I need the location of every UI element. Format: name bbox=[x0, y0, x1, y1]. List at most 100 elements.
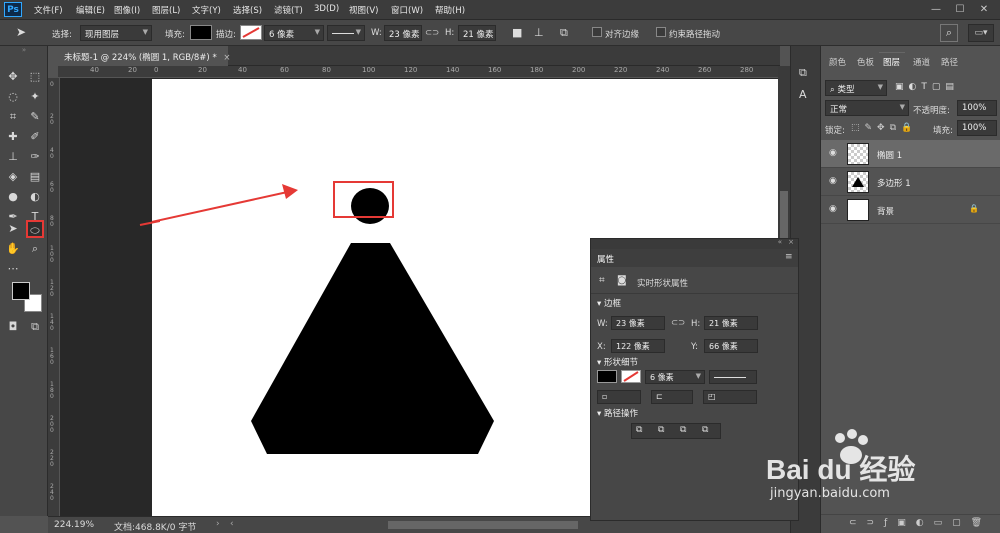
exclude-shape-icon[interactable]: ⧉ bbox=[702, 425, 708, 435]
clone-stamp-icon[interactable]: ⊥ bbox=[4, 148, 22, 166]
eye-icon[interactable]: ◉ bbox=[829, 176, 837, 186]
height-field[interactable]: 21 像素 bbox=[458, 25, 496, 41]
layer-row[interactable]: ◉ 椭圆 1 bbox=[821, 140, 1000, 168]
crop-tool-icon[interactable]: ⌗ bbox=[4, 108, 22, 126]
lasso-tool-icon[interactable]: ◌ bbox=[4, 88, 22, 106]
horizontal-scroll-thumb[interactable] bbox=[388, 521, 578, 529]
scroll-left-icon[interactable]: ‹ bbox=[230, 519, 234, 529]
search-icon[interactable]: ⌕ bbox=[940, 24, 958, 42]
path-operations-icon[interactable]: ■ bbox=[512, 26, 522, 39]
path-ops-section-header[interactable]: ▾ 路径操作 bbox=[597, 407, 638, 419]
collapse-icon[interactable]: « bbox=[778, 238, 782, 246]
link-icon[interactable]: ⊂⊃ bbox=[671, 318, 685, 328]
tab-swatches[interactable]: 色板 bbox=[857, 56, 874, 68]
layer-row[interactable]: ◉ 背景 🔒 bbox=[821, 196, 1000, 224]
history-brush-icon[interactable]: ✑ bbox=[26, 148, 44, 166]
screen-mode-icon[interactable]: ⧉ bbox=[26, 318, 44, 336]
lock-icons[interactable]: ⬚✎✥⧉🔒 bbox=[851, 123, 917, 133]
tab-properties[interactable]: 属性 bbox=[597, 253, 614, 265]
status-arrow-icon[interactable]: › bbox=[216, 519, 220, 529]
constrain-path-checkbox[interactable] bbox=[656, 27, 666, 37]
panel-header[interactable]: «× bbox=[591, 238, 798, 249]
close-icon[interactable]: × bbox=[788, 238, 794, 246]
eraser-icon[interactable]: ◈ bbox=[4, 168, 22, 186]
stroke-swatch[interactable] bbox=[240, 25, 262, 40]
border-section-header[interactable]: ▾ 边框 bbox=[597, 297, 621, 309]
link-icon[interactable]: ⊂⊃ bbox=[425, 28, 439, 38]
intersect-shape-icon[interactable]: ⧉ bbox=[680, 425, 686, 435]
stroke-caps-dropdown[interactable]: ⊏ bbox=[651, 390, 693, 404]
path-alignment-icon[interactable]: ⊥ bbox=[534, 26, 544, 39]
history-panel-icon[interactable]: ⧉ bbox=[799, 66, 807, 80]
minimize-button[interactable]: — bbox=[928, 3, 944, 17]
hand-tool-icon[interactable]: ✋ bbox=[4, 240, 22, 258]
tab-channels[interactable]: 通道 bbox=[913, 56, 930, 68]
marquee-tool-icon[interactable]: ⬚ bbox=[26, 68, 44, 86]
select-dropdown[interactable]: 现用图层 ▼ bbox=[80, 25, 152, 41]
workspace-icon[interactable]: ▭▾ bbox=[968, 24, 994, 42]
fill-swatch[interactable] bbox=[190, 25, 212, 40]
shape-section-header[interactable]: ▾ 形状细节 bbox=[597, 356, 638, 368]
path-arrangement-icon[interactable]: ⧉ bbox=[560, 26, 568, 40]
align-edges-checkbox[interactable] bbox=[592, 27, 602, 37]
move-tool-icon[interactable]: ✥ bbox=[4, 68, 22, 86]
magic-wand-icon[interactable]: ✦ bbox=[26, 88, 44, 106]
tab-layers[interactable]: 图层 bbox=[883, 56, 900, 68]
layer-name[interactable]: 多边形 1 bbox=[877, 177, 911, 189]
x-field[interactable]: 122 像素 bbox=[611, 339, 665, 353]
ellipse-tool-icon[interactable]: ⬭ bbox=[26, 220, 44, 238]
polygon-shape[interactable] bbox=[251, 243, 494, 454]
shape-properties-icon[interactable]: ⌗ bbox=[599, 275, 605, 286]
close-window-button[interactable]: ✕ bbox=[976, 3, 992, 17]
fill-field[interactable]: 100% bbox=[957, 120, 997, 136]
brush-tool-icon[interactable]: ✐ bbox=[26, 128, 44, 146]
menu-image[interactable]: 图像(I) bbox=[114, 4, 140, 16]
menu-filter[interactable]: 滤镜(T) bbox=[274, 4, 303, 16]
fill-swatch[interactable] bbox=[597, 370, 617, 383]
healing-brush-icon[interactable]: ✚ bbox=[4, 128, 22, 146]
menu-select[interactable]: 选择(S) bbox=[233, 4, 262, 16]
document-tab[interactable]: 未标题-1 @ 224% (椭圆 1, RGB/8#) * × bbox=[58, 46, 231, 66]
panel-menu-icon[interactable]: ≡ bbox=[785, 252, 793, 262]
tab-paths[interactable]: 路径 bbox=[941, 56, 958, 68]
menu-window[interactable]: 窗口(W) bbox=[391, 4, 423, 16]
subtract-shape-icon[interactable]: ⧉ bbox=[658, 425, 664, 435]
menu-type[interactable]: 文字(Y) bbox=[192, 4, 221, 16]
close-tab-icon[interactable]: × bbox=[223, 53, 230, 63]
menu-file[interactable]: 文件(F) bbox=[34, 4, 63, 16]
eye-icon[interactable]: ◉ bbox=[829, 148, 837, 158]
stroke-corners-dropdown[interactable]: ◰ bbox=[703, 390, 757, 404]
layer-name[interactable]: 背景 bbox=[877, 205, 894, 217]
stroke-type-dropdown[interactable]: ▼ bbox=[327, 25, 365, 41]
width-field[interactable]: 23 像素 bbox=[384, 25, 422, 41]
blend-mode-dropdown[interactable]: 正常 ▼ bbox=[825, 100, 909, 116]
opacity-field[interactable]: 100% bbox=[957, 100, 997, 116]
path-selection-icon[interactable]: ➤ bbox=[4, 220, 22, 238]
maximize-button[interactable]: ☐ bbox=[952, 3, 968, 17]
collapse-icon[interactable]: » bbox=[0, 46, 48, 56]
menu-help[interactable]: 帮助(H) bbox=[435, 4, 465, 16]
gradient-tool-icon[interactable]: ▤ bbox=[26, 168, 44, 186]
layer-filter-dropdown[interactable]: ⌕ 类型 ▼ bbox=[825, 80, 887, 96]
tab-color[interactable]: 颜色 bbox=[829, 56, 846, 68]
menu-3d[interactable]: 3D(D) bbox=[314, 4, 339, 14]
layer-row[interactable]: ◉ 多边形 1 bbox=[821, 168, 1000, 196]
layer-filter-icons[interactable]: ▣◐T▢▤ bbox=[895, 82, 959, 92]
stroke-width-field[interactable]: 6 像素 ▼ bbox=[645, 370, 705, 384]
zoom-tool-icon[interactable]: ⌕ bbox=[26, 240, 44, 258]
dodge-tool-icon[interactable]: ◐ bbox=[26, 188, 44, 206]
menu-edit[interactable]: 编辑(E) bbox=[76, 4, 105, 16]
stroke-type-dropdown[interactable] bbox=[709, 370, 757, 384]
menu-view[interactable]: 视图(V) bbox=[349, 4, 378, 16]
path-select-tool-icon[interactable]: ➤ bbox=[16, 25, 26, 39]
character-panel-icon[interactable]: A bbox=[799, 88, 807, 101]
document-info[interactable]: 文档:468.8K/0 字节 bbox=[114, 520, 196, 533]
stroke-swatch[interactable] bbox=[621, 370, 641, 383]
y-field[interactable]: 66 像素 bbox=[704, 339, 758, 353]
layer-name[interactable]: 椭圆 1 bbox=[877, 149, 902, 161]
eye-icon[interactable]: ◉ bbox=[829, 204, 837, 214]
eyedropper-icon[interactable]: ✎ bbox=[26, 108, 44, 126]
zoom-level[interactable]: 224.19% bbox=[54, 520, 94, 530]
more-tools-icon[interactable]: ⋯ bbox=[4, 260, 22, 278]
height-field[interactable]: 21 像素 bbox=[704, 316, 758, 330]
